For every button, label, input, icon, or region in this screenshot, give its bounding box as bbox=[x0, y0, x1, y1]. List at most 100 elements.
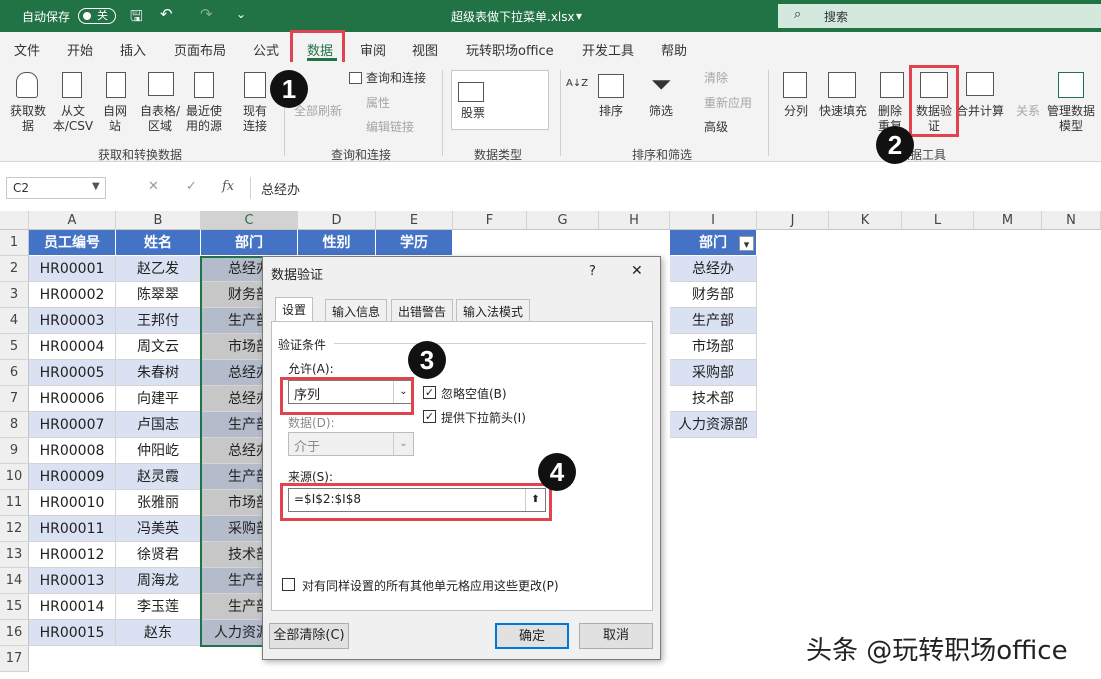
table-cell[interactable]: HR00015 bbox=[29, 620, 116, 646]
from-web-button[interactable]: 自网站 bbox=[100, 104, 130, 134]
table-cell[interactable]: HR00008 bbox=[29, 438, 116, 464]
tab-office[interactable]: 玩转职场office bbox=[466, 40, 554, 59]
table-header-cell[interactable]: 学历 bbox=[376, 230, 453, 256]
table-header-cell[interactable]: 员工编号 bbox=[29, 230, 116, 256]
row-header[interactable]: 6 bbox=[0, 360, 29, 386]
table-cell[interactable]: HR00003 bbox=[29, 308, 116, 334]
sort-az-icon[interactable]: A↓Z bbox=[566, 78, 588, 90]
redo-icon[interactable]: ↷ bbox=[200, 5, 213, 23]
filter-dropdown-icon[interactable]: ▾ bbox=[739, 236, 754, 251]
column-header[interactable]: C bbox=[201, 211, 298, 230]
dept-list-item[interactable]: 人力资源部 bbox=[670, 412, 757, 438]
table-header-cell[interactable]: 部门 bbox=[201, 230, 298, 256]
table-cell[interactable]: 卢国志 bbox=[116, 412, 201, 438]
data-select[interactable]: 介于 ⌄ bbox=[288, 432, 414, 456]
get-data-button[interactable]: 获取数据 bbox=[6, 104, 50, 134]
column-header[interactable]: M bbox=[974, 211, 1042, 230]
tab-developer[interactable]: 开发工具 bbox=[582, 40, 634, 59]
name-box[interactable]: C2 bbox=[6, 177, 106, 199]
table-cell[interactable]: 朱春树 bbox=[116, 360, 201, 386]
table-cell[interactable]: 赵灵霞 bbox=[116, 464, 201, 490]
column-header[interactable]: H bbox=[599, 211, 670, 230]
table-cell[interactable]: 赵东 bbox=[116, 620, 201, 646]
row-header[interactable]: 14 bbox=[0, 568, 29, 594]
clear-button[interactable]: 清除 bbox=[704, 71, 744, 86]
cancel-button[interactable]: 取消 bbox=[579, 623, 653, 649]
dept-list-item[interactable]: 技术部 bbox=[670, 386, 757, 412]
name-box-dropdown-icon[interactable]: ▼ bbox=[92, 181, 100, 192]
formula-input[interactable]: 总经办 bbox=[250, 177, 1101, 199]
table-cell[interactable]: 徐贤君 bbox=[116, 542, 201, 568]
tab-file[interactable]: 文件 bbox=[14, 40, 40, 59]
row-header[interactable]: 16 bbox=[0, 620, 29, 646]
edit-links-button[interactable]: 编辑链接 bbox=[366, 120, 426, 135]
table-cell[interactable]: HR00012 bbox=[29, 542, 116, 568]
table-cell[interactable]: 张雅丽 bbox=[116, 490, 201, 516]
row-header[interactable]: 9 bbox=[0, 438, 29, 464]
row-header[interactable]: 4 bbox=[0, 308, 29, 334]
dept-list-item[interactable]: 财务部 bbox=[670, 282, 757, 308]
row-header[interactable]: 13 bbox=[0, 542, 29, 568]
from-table-button[interactable]: 自表格/区域 bbox=[136, 104, 184, 134]
row-header[interactable]: 3 bbox=[0, 282, 29, 308]
table-cell[interactable]: HR00004 bbox=[29, 334, 116, 360]
table-cell[interactable]: 李玉莲 bbox=[116, 594, 201, 620]
ok-button[interactable]: 确定 bbox=[495, 623, 569, 649]
recent-sources-button[interactable]: 最近使用的源 bbox=[182, 104, 226, 134]
row-header[interactable]: 10 bbox=[0, 464, 29, 490]
save-icon[interactable]: 🖫 bbox=[130, 6, 143, 31]
table-cell[interactable]: HR00011 bbox=[29, 516, 116, 542]
row-header[interactable]: 2 bbox=[0, 256, 29, 282]
table-cell[interactable]: 冯美英 bbox=[116, 516, 201, 542]
consolidate-button[interactable]: 合并计算 bbox=[954, 104, 1006, 119]
tab-error-alert[interactable]: 出错警告 bbox=[391, 299, 454, 321]
column-header[interactable]: F bbox=[453, 211, 527, 230]
flash-fill-button[interactable]: 快速填充 bbox=[816, 104, 870, 119]
column-header[interactable]: A bbox=[29, 211, 116, 230]
tab-home[interactable]: 开始 bbox=[67, 40, 93, 59]
table-header-cell[interactable]: 姓名 bbox=[116, 230, 201, 256]
table-cell[interactable]: 赵乙发 bbox=[116, 256, 201, 282]
tab-insert[interactable]: 插入 bbox=[120, 40, 146, 59]
row-header[interactable]: 7 bbox=[0, 386, 29, 412]
advanced-button[interactable]: 高级 bbox=[704, 120, 744, 135]
column-header[interactable]: L bbox=[902, 211, 974, 230]
dept-list-item[interactable]: 生产部 bbox=[670, 308, 757, 334]
table-cell[interactable]: 仲阳屹 bbox=[116, 438, 201, 464]
customize-qat-icon[interactable]: ⌄ bbox=[236, 7, 246, 21]
column-header[interactable]: N bbox=[1042, 211, 1101, 230]
table-cell[interactable]: HR00006 bbox=[29, 386, 116, 412]
existing-connections-button[interactable]: 现有连接 bbox=[238, 104, 272, 134]
tab-help[interactable]: 帮助 bbox=[661, 40, 687, 59]
column-header[interactable]: I bbox=[670, 211, 757, 230]
column-header[interactable]: K bbox=[829, 211, 902, 230]
tab-input-message[interactable]: 输入信息 bbox=[325, 299, 388, 321]
table-cell[interactable]: 王邦付 bbox=[116, 308, 201, 334]
sort-button[interactable]: 排序 bbox=[594, 104, 628, 119]
table-cell[interactable]: HR00013 bbox=[29, 568, 116, 594]
from-csv-button[interactable]: 从文本/CSV bbox=[50, 104, 96, 134]
column-header[interactable]: J bbox=[757, 211, 829, 230]
row-header[interactable]: 15 bbox=[0, 594, 29, 620]
title-dropdown-icon[interactable]: ▾ bbox=[576, 9, 582, 23]
table-cell[interactable]: 向建平 bbox=[116, 386, 201, 412]
tab-review[interactable]: 审阅 bbox=[360, 40, 386, 59]
close-icon[interactable]: ✕ bbox=[631, 263, 643, 279]
dept-list-item[interactable]: 采购部 bbox=[670, 360, 757, 386]
table-cell[interactable]: HR00010 bbox=[29, 490, 116, 516]
table-cell[interactable]: HR00014 bbox=[29, 594, 116, 620]
column-header[interactable]: B bbox=[116, 211, 201, 230]
tab-settings[interactable]: 设置 bbox=[275, 297, 314, 322]
tab-ime-mode[interactable]: 输入法模式 bbox=[456, 299, 531, 321]
stocks-button[interactable]: 股票 bbox=[458, 106, 488, 121]
tab-view[interactable]: 视图 bbox=[412, 40, 438, 59]
reapply-button[interactable]: 重新应用 bbox=[704, 96, 760, 111]
properties-button[interactable]: 属性 bbox=[366, 96, 406, 111]
select-all-corner[interactable] bbox=[0, 211, 29, 230]
row-header[interactable]: 12 bbox=[0, 516, 29, 542]
search-box[interactable]: ⌕ 搜索 bbox=[778, 4, 1101, 28]
clear-all-button[interactable]: 全部清除(C) bbox=[269, 623, 349, 649]
row-header[interactable]: 1 bbox=[0, 230, 29, 256]
undo-icon[interactable]: ↶ bbox=[160, 5, 173, 23]
help-icon[interactable]: ? bbox=[589, 264, 596, 279]
